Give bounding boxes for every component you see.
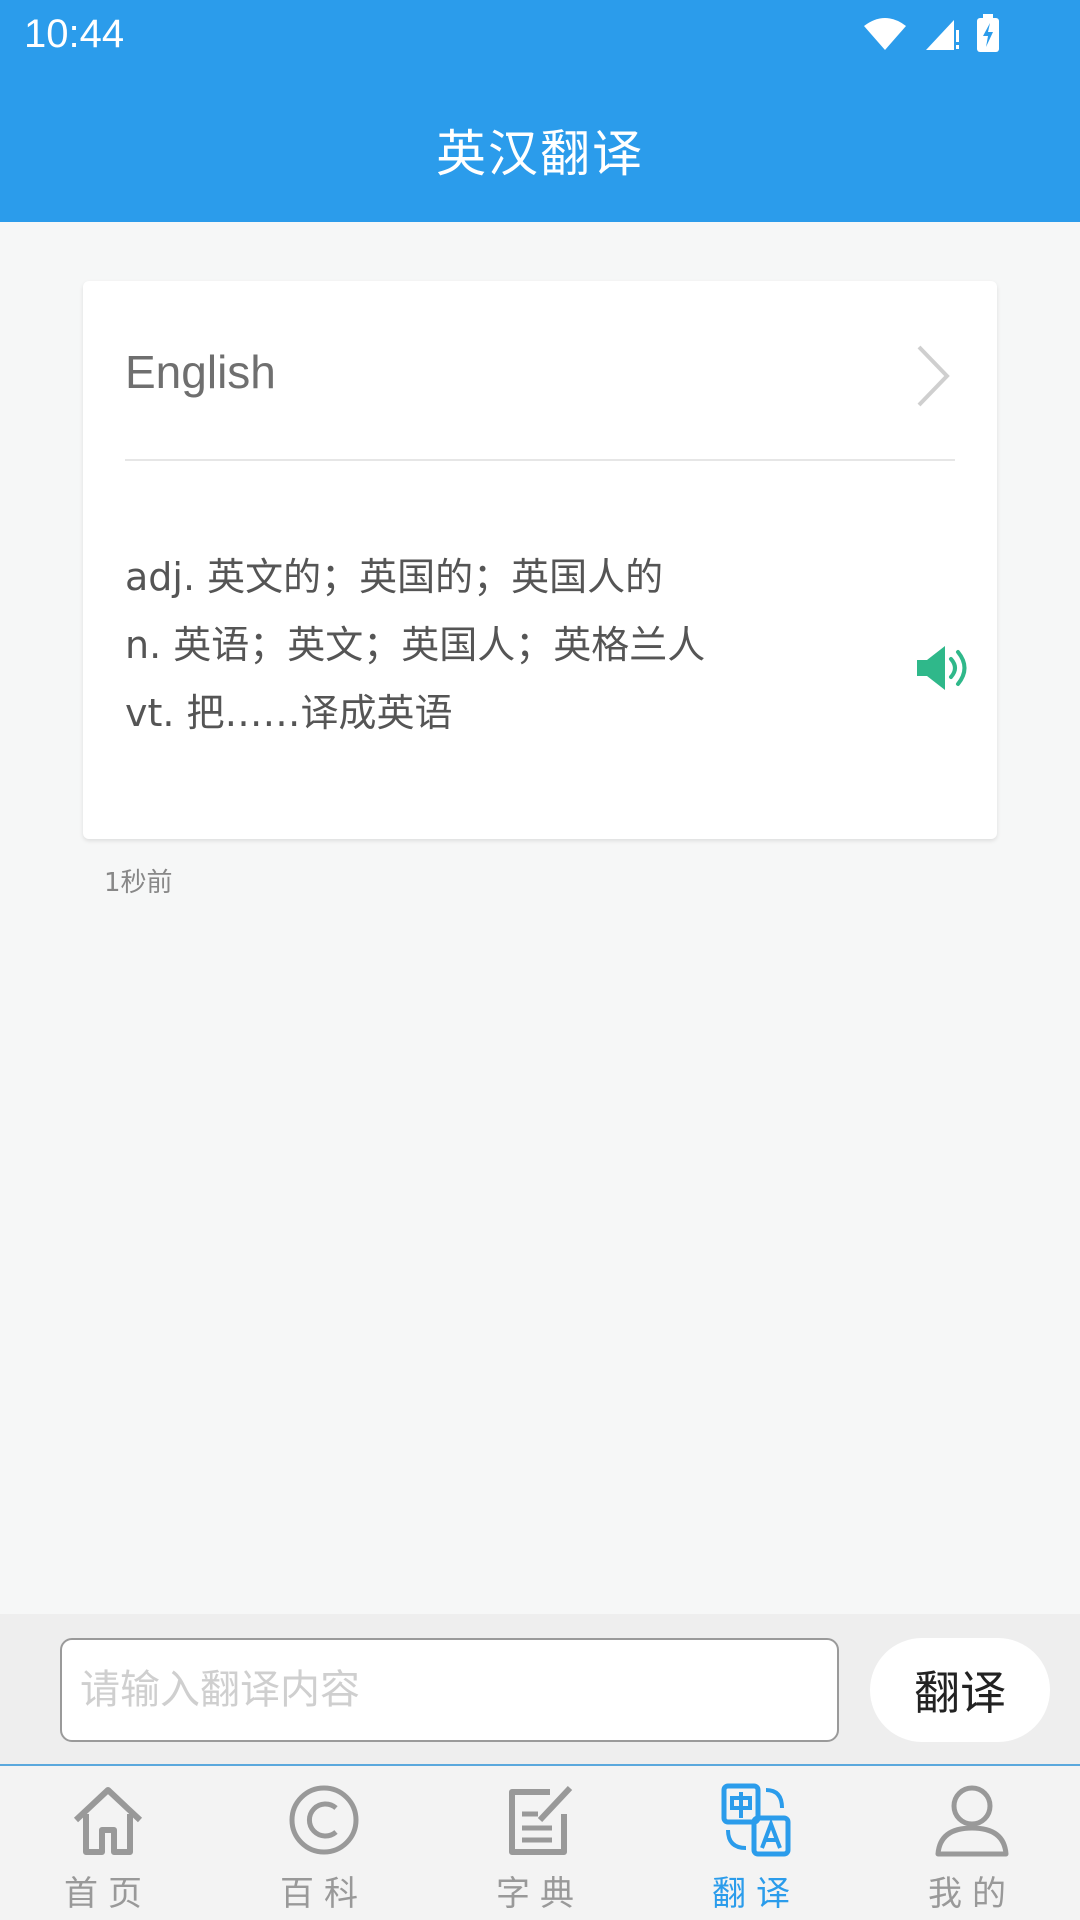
definition-line: n. 英语；英文；英国人；英格兰人 [125,623,706,667]
page-title: 英汉翻译 [436,125,644,183]
status-icons [862,14,1000,54]
signal-icon [926,20,959,50]
status-bar: 10:44 [0,0,1080,72]
word-row[interactable]: English [125,281,955,461]
translate-icon [721,1783,791,1857]
translate-button[interactable]: 翻译 [870,1638,1050,1742]
chevron-right-icon[interactable] [911,341,955,411]
home-icon [73,1787,143,1855]
battery-icon [977,14,999,52]
translation-input[interactable] [60,1638,839,1742]
app-bar: 英汉翻译 [0,72,1080,222]
speaker-icon[interactable] [915,643,975,693]
user-icon [935,1785,1009,1857]
input-bar: 翻译 [0,1614,1080,1766]
tab-label: 翻译 [712,1874,800,1914]
edit-document-icon [509,1785,573,1855]
source-word: English [125,346,276,398]
wifi-icon [864,18,906,50]
tab-label: 百科 [280,1874,368,1914]
translation-result-card: English adj. 英文的；英国的；英国人的 n. 英语；英文；英国人；英… [83,281,997,839]
definition-line: vt. 把……译成英语 [125,691,453,735]
bottom-tab-bar: 首页 百科 字典 翻译 我的 [0,1766,1080,1920]
status-time: 10:44 [24,12,125,56]
definition-line: adj. 英文的；英国的；英国人的 [125,555,664,599]
tab-label: 首页 [64,1874,152,1914]
tab-home[interactable]: 首页 [0,1766,216,1920]
tab-dictionary[interactable]: 字典 [432,1766,648,1920]
copyright-icon [289,1785,359,1855]
tab-translate[interactable]: 翻译 [648,1766,864,1920]
tab-label: 我的 [928,1874,1016,1914]
tab-profile[interactable]: 我的 [864,1766,1080,1920]
tab-encyclopedia[interactable]: 百科 [216,1766,432,1920]
timestamp: 1秒前 [104,868,173,898]
tab-label: 字典 [496,1874,584,1914]
definitions-list: adj. 英文的；英国的；英国人的 n. 英语；英文；英国人；英格兰人 vt. … [125,543,845,747]
